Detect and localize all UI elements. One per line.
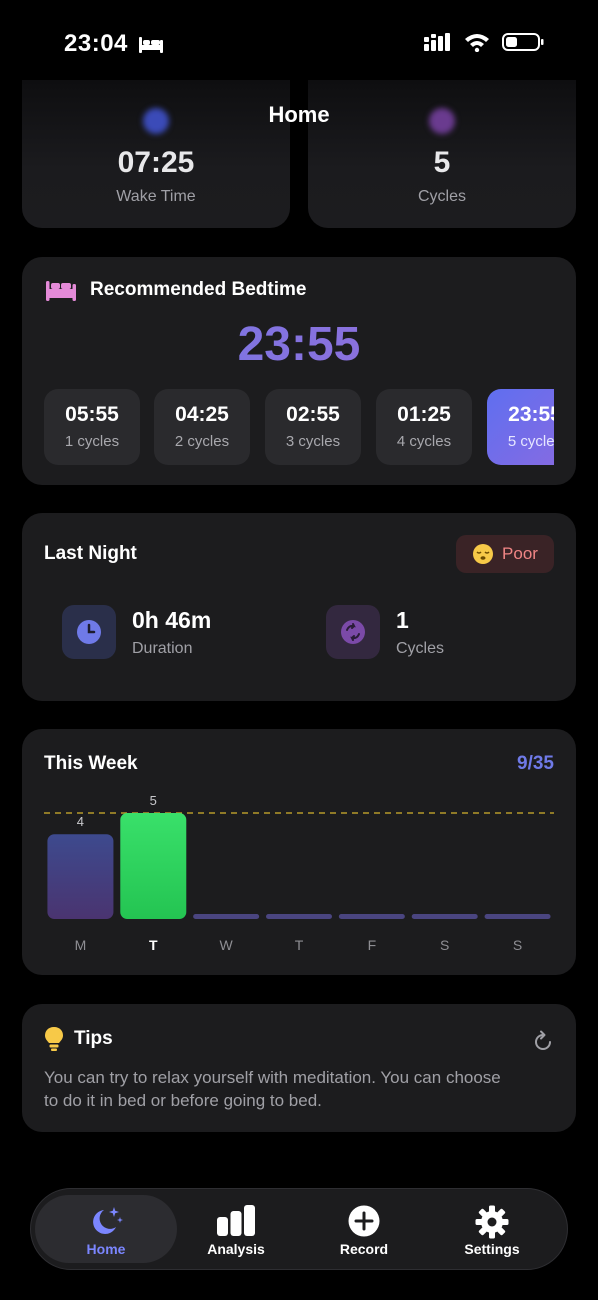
- bedtime-option[interactable]: 01:25 4 cycles: [376, 389, 472, 465]
- recommended-bedtime-value: 23:55: [22, 317, 576, 372]
- lightbulb-icon: [45, 1027, 63, 1051]
- sleepy-face-icon: [473, 544, 494, 564]
- last-night-title: Last Night: [44, 543, 137, 564]
- tab-analysis[interactable]: Analysis: [165, 1195, 307, 1263]
- bedtime-option[interactable]: 04:25 2 cycles: [154, 389, 250, 465]
- plus-circle-icon: [348, 1205, 380, 1237]
- chart-day-label: W: [220, 937, 234, 953]
- chart-day-label: T: [295, 937, 304, 953]
- cycles-label: Cycles: [396, 639, 445, 657]
- bedtime-option[interactable]: 02:55 3 cycles: [265, 389, 361, 465]
- bedtime-option-cycles: 5 cycles: [507, 433, 554, 450]
- chart-day-label: S: [440, 937, 449, 953]
- tips-card: Tips You can try to relax yourself with …: [22, 1004, 576, 1132]
- bedtime-option-time: 01:25: [397, 403, 451, 426]
- weekly-cycles-chart: 4 M 5 T W T F S S: [44, 793, 554, 953]
- tab-home[interactable]: Home: [35, 1195, 177, 1263]
- duration-metric: 0h 46m Duration: [62, 605, 211, 659]
- cycle-icon-tile: [326, 605, 380, 659]
- cycles-value: 1: [396, 606, 409, 633]
- bedtime-option-cycles: 4 cycles: [396, 433, 452, 450]
- sleep-quality-label: Poor: [502, 544, 538, 563]
- tab-bar: Home Analysis Record Settings: [30, 1188, 568, 1270]
- clock-icon-tile: [62, 605, 116, 659]
- duration-value: 0h 46m: [132, 606, 212, 633]
- chart-day-label: F: [368, 937, 377, 953]
- bedtime-option-cycles: 3 cycles: [285, 433, 341, 450]
- last-night-card: Last Night Poor 0h 46m Duration 1 Cycles: [22, 513, 576, 701]
- chart-day-label: T: [149, 937, 158, 953]
- refresh-icon[interactable]: [534, 1030, 554, 1052]
- chart-day-label: M: [75, 937, 87, 953]
- recommended-bedtime-title: Recommended Bedtime: [90, 279, 307, 300]
- chart-bar-empty: [266, 914, 332, 919]
- tab-record[interactable]: Record: [293, 1195, 435, 1263]
- tips-title: Tips: [74, 1028, 113, 1049]
- this-week-total: 9/35: [517, 753, 554, 774]
- this-week-title: This Week: [44, 753, 138, 774]
- bed-icon: [46, 281, 76, 301]
- wake-time-label: Wake Time: [116, 188, 196, 205]
- tab-settings[interactable]: Settings: [421, 1195, 563, 1263]
- chart-bar-value: 5: [150, 793, 157, 808]
- tab-analysis-label: Analysis: [207, 1241, 265, 1257]
- this-week-card: This Week 9/35 4 M 5 T W T F S S: [22, 729, 576, 975]
- tab-home-label: Home: [86, 1241, 126, 1257]
- tab-record-label: Record: [339, 1241, 389, 1257]
- bar-chart-icon: [217, 1205, 255, 1236]
- battery-icon: [502, 33, 544, 51]
- bed-icon: [139, 37, 163, 53]
- duration-label: Duration: [132, 639, 193, 657]
- chart-bar-value: 4: [77, 814, 84, 829]
- chart-bar: [47, 834, 114, 919]
- chart-bar-empty: [484, 914, 551, 919]
- cellular-signal-icon: [424, 33, 450, 51]
- bedtime-option[interactable]: 05:55 1 cycles: [44, 389, 140, 465]
- bedtime-option-cycles: 2 cycles: [174, 433, 230, 450]
- chart-bar: [120, 813, 187, 919]
- bedtime-option-time: 23:55: [508, 403, 554, 426]
- chart-bar-empty: [338, 914, 405, 919]
- bedtime-option-selected[interactable]: 23:55 5 cycles: [487, 389, 554, 465]
- cycles-metric: 1 Cycles: [326, 605, 444, 659]
- chart-day-label: S: [513, 937, 522, 953]
- bedtime-option-time: 04:25: [175, 403, 229, 426]
- bedtime-option-time: 02:55: [286, 403, 340, 426]
- bedtime-option-time: 05:55: [65, 403, 119, 426]
- status-time: 23:04: [64, 30, 128, 57]
- recommended-bedtime-card: Recommended Bedtime 23:55 05:55 1 cycles…: [22, 257, 576, 485]
- cycles-label: Cycles: [417, 188, 466, 205]
- bedtime-options[interactable]: 05:55 1 cycles 04:25 2 cycles 02:55 3 cy…: [44, 389, 554, 465]
- wake-time-value: 07:25: [117, 146, 195, 179]
- chart-bar-empty: [411, 914, 478, 919]
- cycle-icon: [341, 620, 365, 644]
- wifi-icon: [465, 34, 489, 52]
- tips-text: You can try to relax yourself with medit…: [44, 1068, 501, 1110]
- clock-icon: [77, 620, 101, 644]
- sleep-quality-badge: Poor: [456, 535, 554, 573]
- cycles-value: 5: [433, 146, 451, 179]
- page-title: Home: [268, 102, 330, 127]
- gear-icon: [475, 1205, 509, 1239]
- tab-settings-label: Settings: [464, 1241, 520, 1257]
- chart-bar-empty: [193, 914, 260, 919]
- status-bar: 23:04: [0, 0, 598, 80]
- bedtime-option-cycles: 1 cycles: [64, 433, 120, 450]
- moon-stars-icon: [93, 1207, 123, 1234]
